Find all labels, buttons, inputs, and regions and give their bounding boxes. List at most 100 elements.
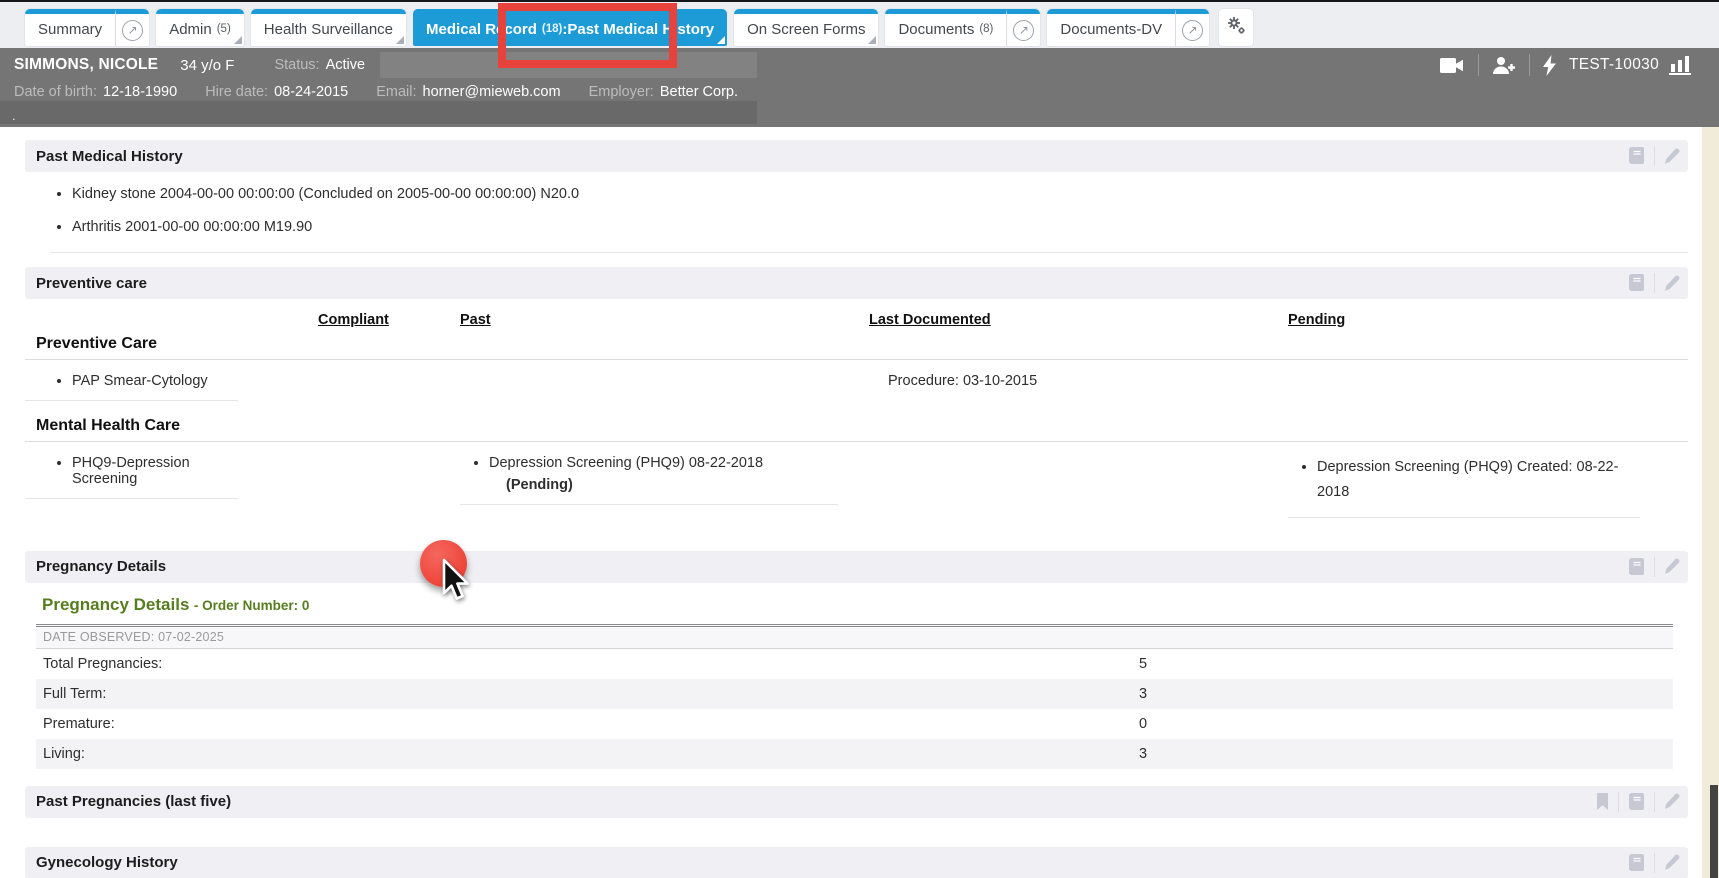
past-entry: Depression Screening (PHQ9) 08-22-2018 (489, 455, 838, 471)
open-in-new-window-button[interactable]: ↗ (115, 9, 149, 46)
scrollbar-thumb[interactable] (1710, 785, 1718, 878)
field-value: 08-24-2015 (274, 84, 348, 100)
tab-label: Health Surveillance (264, 21, 393, 38)
pending-entry: Depression Screening (PHQ9) Created: 08-… (1317, 455, 1640, 506)
edit-pencil-icon[interactable] (1664, 793, 1680, 810)
section-actions (1628, 146, 1680, 166)
pregnancy-row: Premature:0 (36, 709, 1673, 739)
pregnancy-row-label: Living: (43, 746, 85, 762)
tab-documents-dv[interactable]: Documents-DV ↗ (1047, 9, 1209, 46)
field-value: horner@mieweb.com (423, 84, 561, 100)
header-action-icons: TEST-10030 (1439, 50, 1691, 80)
tab-health-surveillance[interactable]: Health Surveillance (251, 9, 406, 46)
tab-admin[interactable]: Admin(5) (156, 9, 244, 46)
journal-icon[interactable] (1628, 558, 1645, 576)
tab-label-wrap[interactable]: On Screen Forms (734, 9, 878, 46)
section-actions (1596, 792, 1680, 812)
field-label: Hire date: (205, 84, 268, 100)
vertical-scrollbar[interactable] (1702, 127, 1719, 878)
section-preventive-care: Preventive care (25, 267, 1688, 299)
journal-icon[interactable] (1628, 854, 1645, 872)
mouse-cursor (437, 557, 475, 605)
pregnancy-row-label: Full Term: (43, 686, 106, 702)
add-person-icon[interactable] (1492, 56, 1516, 75)
section-title: Gynecology History (36, 854, 178, 871)
patient-field: Email: horner@mieweb.com (376, 84, 560, 100)
pregnancy-row: Living:3 (36, 739, 1673, 769)
video-camera-icon[interactable] (1439, 57, 1465, 74)
patient-header: . SIMMONS, NICOLE 34 y/o F Status: Activ… (0, 48, 1719, 127)
field-label: Employer: (589, 84, 654, 100)
edit-pencil-icon[interactable] (1664, 148, 1680, 165)
tab-label-wrap[interactable]: Medical Record(18):Past Medical History (413, 9, 727, 46)
date-observed: DATE OBSERVED: 07-02-2025 (43, 630, 224, 644)
group-label: Preventive Care (25, 328, 1688, 360)
section-pregnancy-details: Pregnancy Details (25, 551, 1688, 583)
tab-summary[interactable]: Summary ↗ (25, 9, 149, 46)
pregnancy-row-label: Total Pregnancies: (43, 656, 162, 672)
lightning-bolt-icon[interactable] (1543, 55, 1557, 76)
section-gynecology-history: Gynecology History (25, 847, 1688, 878)
past-entry-status: (Pending) (489, 477, 838, 493)
tab-label-wrap[interactable]: Documents-DV (1047, 9, 1175, 46)
edit-pencil-icon[interactable] (1664, 854, 1680, 871)
section-title: Past Pregnancies (last five) (36, 793, 231, 810)
section-past-pregnancies: Past Pregnancies (last five) (25, 786, 1688, 818)
patient-detail-row: Date of birth: 12-18-1990 Hire date: 08-24-… (14, 81, 766, 103)
tab-on-screen-forms[interactable]: On Screen Forms (734, 9, 878, 46)
section-title: Past Medical History (36, 148, 183, 165)
tab-label-wrap[interactable]: Health Surveillance (251, 9, 406, 46)
record-content: Past Medical History Kidney stone 2004-0… (0, 127, 1719, 878)
last-documented-cell (869, 442, 1288, 527)
pregnancy-rows: Total Pregnancies:5Full Term:3Premature:… (36, 649, 1673, 769)
medical-history-item: Arthritis 2001-00-00 00:00:00 M19.90 (72, 219, 1688, 235)
pregnancy-heading-text: Pregnancy Details (42, 595, 189, 614)
bookmark-icon[interactable] (1596, 793, 1609, 810)
tab-bar: Summary ↗ Admin(5) Health Surveillance Medic… (0, 0, 1719, 48)
edit-pencil-icon[interactable] (1664, 275, 1680, 292)
pregnancy-order-number: - Order Number: 0 (194, 598, 310, 613)
journal-icon[interactable] (1628, 793, 1645, 811)
icon-divider (1478, 54, 1479, 76)
field-label: Email: (376, 84, 416, 100)
journal-icon[interactable] (1628, 147, 1645, 165)
arrow-up-right-icon: ↗ (1013, 20, 1034, 41)
tab-medical-record[interactable]: Medical Record(18):Past Medical History (413, 9, 727, 46)
tab-count: (5) (217, 23, 231, 35)
journal-icon[interactable] (1628, 274, 1645, 292)
settings-gear-button[interactable] (1219, 9, 1253, 46)
bar-chart-icon[interactable] (1669, 56, 1691, 75)
field-value: Better Corp. (660, 84, 738, 100)
medical-history-item: Kidney stone 2004-00-00 00:00:00 (Conclu… (72, 186, 1688, 202)
tab-label-wrap[interactable]: Summary (25, 9, 115, 46)
section-actions (1628, 557, 1680, 577)
tab-label: Documents (898, 21, 974, 38)
arrow-up-right-icon: ↗ (122, 20, 143, 41)
section-title: Preventive care (36, 275, 147, 292)
status-label: Status: (274, 57, 319, 73)
chart-id: TEST-10030 (1569, 56, 1659, 74)
tab-documents[interactable]: Documents (8) ↗ (885, 9, 1040, 46)
section-title: Pregnancy Details (36, 558, 166, 575)
open-in-new-window-button[interactable]: ↗ (1006, 9, 1040, 46)
pregnancy-row-label: Premature: (43, 716, 115, 732)
tab-label-wrap[interactable]: Documents (8) (885, 9, 1006, 46)
tab-label-wrap[interactable]: Admin(5) (156, 9, 244, 46)
page: Summary ↗ Admin(5) Health Surveillance Medic… (0, 0, 1719, 878)
header-dark-strip (0, 101, 757, 124)
pregnancy-row: Total Pregnancies:5 (36, 649, 1673, 679)
field-value: 12-18-1990 (103, 84, 177, 100)
arrow-up-right-icon: ↗ (1182, 20, 1203, 41)
edit-pencil-icon[interactable] (1664, 558, 1680, 575)
open-in-new-window-button[interactable]: ↗ (1175, 9, 1209, 46)
tab-label: Summary (38, 21, 102, 38)
tab-label: Documents-DV (1060, 21, 1162, 38)
patient-age-sex: 34 y/o F (180, 57, 234, 74)
header-highlight-box (380, 52, 757, 78)
icon-divider (1529, 54, 1530, 76)
field-label: Date of birth: (14, 84, 97, 100)
past-cell (460, 360, 869, 410)
tab-count: (8) (979, 23, 993, 35)
past-cell: Depression Screening (PHQ9) 08-22-2018 (P… (460, 442, 869, 527)
gear-icon (1227, 16, 1246, 40)
